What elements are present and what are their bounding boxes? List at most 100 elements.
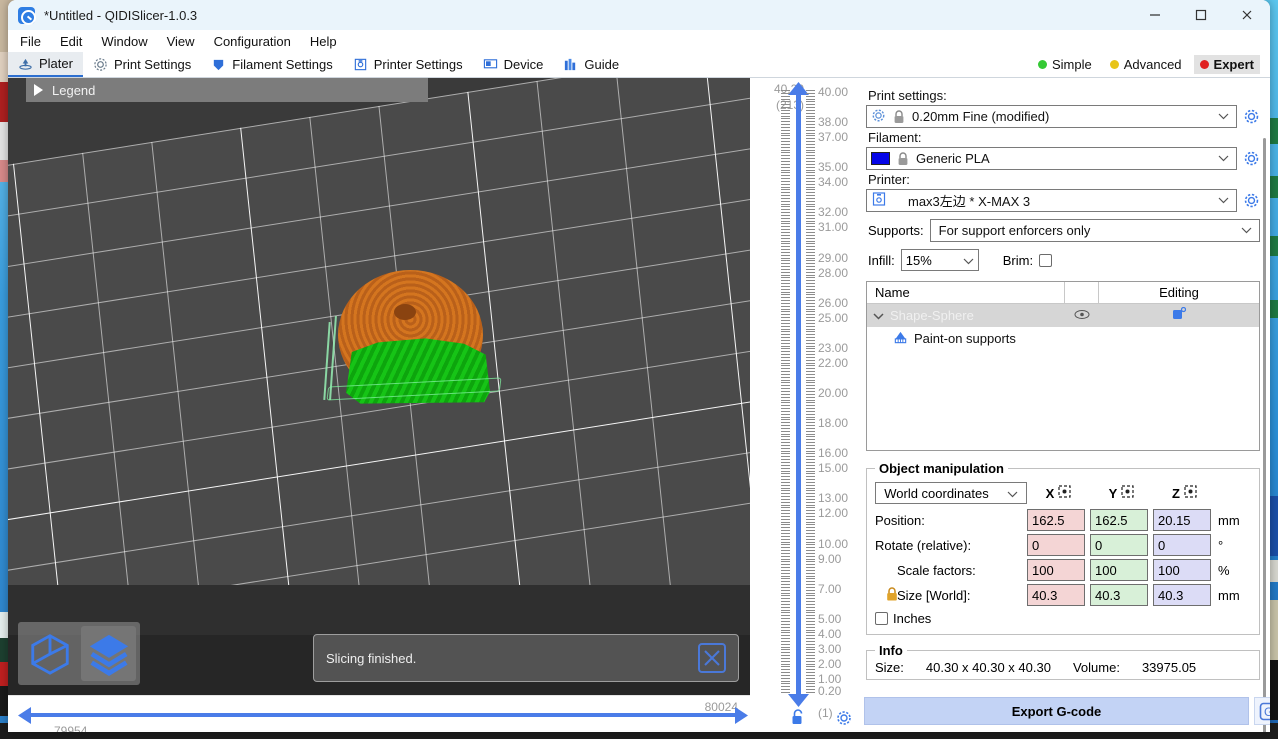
scale-z-input[interactable]: 100	[1153, 559, 1211, 581]
settings-panel: Print settings: 0.20mm Fine (modified)	[860, 78, 1270, 732]
uniform-scale-lock-icon[interactable]	[885, 586, 899, 605]
chevron-down-icon[interactable]	[1241, 225, 1255, 237]
object-list-col-editing: Editing	[1099, 282, 1259, 303]
layer-tick-label: 23.00	[818, 341, 848, 355]
size-z-input[interactable]: 40.3	[1153, 584, 1211, 606]
info-size-label: Size:	[875, 660, 904, 675]
printer-combo[interactable]: max3左边 * X-MAX 3	[866, 189, 1237, 212]
chevron-down-icon[interactable]	[1218, 195, 1232, 207]
layer-slider-gear-icon[interactable]	[836, 710, 852, 729]
mode-expert[interactable]: Expert	[1194, 55, 1260, 74]
moves-slider-track[interactable]	[30, 713, 736, 717]
plater-icon	[18, 56, 33, 71]
position-z-input[interactable]: 20.15	[1153, 509, 1211, 531]
layer-tick-label: 9.00	[818, 552, 841, 566]
moves-slider-right-handle[interactable]	[735, 707, 748, 724]
mode-advanced[interactable]: Advanced	[1104, 55, 1188, 74]
export-bar: Export G-code G	[864, 697, 1270, 725]
close-button[interactable]	[1224, 0, 1270, 30]
rotate-x-input[interactable]: 0	[1027, 534, 1085, 556]
paint-on-supports-label: Paint-on supports	[914, 331, 1016, 346]
layer-tick-label: 18.00	[818, 416, 848, 430]
position-x-input[interactable]: 162.5	[1027, 509, 1085, 531]
tab-print-settings[interactable]: Print Settings	[83, 52, 201, 77]
chevron-down-icon[interactable]	[963, 253, 974, 268]
object-list-header: Name Editing	[867, 282, 1259, 304]
layer-tick-label: 20.00	[818, 386, 848, 400]
inches-checkbox[interactable]	[875, 612, 888, 625]
export-gcode-icon[interactable]: G	[1254, 697, 1270, 725]
print-settings-edit-gear-icon[interactable]	[1243, 108, 1260, 125]
scale-x-input[interactable]: 100	[1027, 559, 1085, 581]
position-y-input[interactable]: 162.5	[1090, 509, 1148, 531]
menu-edit[interactable]: Edit	[60, 34, 82, 49]
size-y-input[interactable]: 40.3	[1090, 584, 1148, 606]
legend-bar[interactable]: Legend	[26, 78, 428, 102]
supports-combo[interactable]: For support enforcers only	[930, 219, 1260, 242]
rotate-y-input[interactable]: 0	[1090, 534, 1148, 556]
layer-slider-track[interactable]	[796, 90, 801, 700]
eye-icon[interactable]	[1065, 308, 1099, 323]
unlocked-padlock-icon[interactable]	[790, 708, 806, 726]
reset-x-icon[interactable]	[1058, 485, 1071, 501]
tab-device[interactable]: Device	[473, 52, 554, 77]
maximize-button[interactable]	[1178, 0, 1224, 30]
menu-help[interactable]: Help	[310, 34, 337, 49]
supports-value: For support enforcers only	[939, 223, 1091, 238]
menu-window[interactable]: Window	[101, 34, 147, 49]
table-row[interactable]: Shape-Sphere	[867, 304, 1259, 327]
chevron-down-icon[interactable]	[1218, 111, 1232, 123]
chevron-down-icon[interactable]	[873, 308, 884, 323]
printer-value: max3左边 * X-MAX 3	[908, 191, 1030, 210]
tab-filament-settings[interactable]: Filament Settings	[201, 52, 342, 77]
minimize-button[interactable]	[1132, 0, 1178, 30]
layer-tick-label: 28.00	[818, 266, 848, 280]
info-volume-label: Volume:	[1073, 660, 1120, 675]
list-item[interactable]: Paint-on supports	[867, 327, 1259, 350]
scale-y-input[interactable]: 100	[1090, 559, 1148, 581]
sliced-model-shape-sphere[interactable]	[338, 270, 493, 405]
coordinate-system-combo[interactable]: World coordinates	[875, 482, 1027, 504]
printer-edit-gear-icon[interactable]	[1243, 192, 1260, 209]
filament-edit-gear-icon[interactable]	[1243, 150, 1260, 167]
device-monitor-icon	[483, 57, 498, 72]
title-bar: *Untitled - QIDISlicer-1.0.3	[8, 0, 1270, 30]
export-gcode-button[interactable]: Export G-code	[864, 697, 1249, 725]
rotate-z-input[interactable]: 0	[1153, 534, 1211, 556]
print-settings-combo[interactable]: 0.20mm Fine (modified)	[866, 105, 1237, 128]
layer-tick-label: 10.00	[818, 537, 848, 551]
close-icon[interactable]	[698, 643, 726, 673]
preview-layers-view-button[interactable]	[81, 626, 136, 681]
infill-combo[interactable]: 15%	[901, 249, 979, 271]
filament-combo[interactable]: Generic PLA	[866, 147, 1237, 170]
filament-row: Generic PLA	[866, 147, 1260, 170]
layer-slider[interactable]: 40.20 (213) 40.0038.0037.0035.0034.0032.…	[750, 78, 860, 732]
reset-z-icon[interactable]	[1184, 485, 1197, 501]
settings-panel-scrollbar[interactable]	[1263, 138, 1266, 732]
size-x-input[interactable]: 40.3	[1027, 584, 1085, 606]
print-settings-label: Print settings:	[868, 88, 1260, 103]
view-mode-buttons	[18, 622, 140, 685]
tab-plater[interactable]: Plater	[8, 52, 83, 77]
layer-tick-label: 5.00	[818, 612, 841, 626]
qidi-logo-icon	[18, 7, 35, 24]
reset-y-icon[interactable]	[1121, 485, 1134, 501]
mode-selector: Simple Advanced Expert	[1032, 52, 1270, 77]
moves-slider[interactable]: 80024 79954	[8, 695, 750, 732]
3d-viewport[interactable]: Legend Slicing fi	[8, 78, 750, 695]
menu-file[interactable]: File	[20, 34, 41, 49]
layer-slider-bottom-layer: (1)	[818, 706, 833, 720]
object-settings-icon[interactable]	[1099, 307, 1259, 324]
mode-simple[interactable]: Simple	[1032, 55, 1098, 74]
tab-guide[interactable]: Guide	[553, 52, 629, 77]
brim-checkbox[interactable]	[1039, 254, 1052, 267]
chevron-down-icon[interactable]	[1007, 486, 1018, 501]
tab-printer-settings[interactable]: Printer Settings	[343, 52, 473, 77]
menu-view[interactable]: View	[167, 34, 195, 49]
layer-tick-label: 7.00	[818, 582, 841, 596]
chevron-down-icon[interactable]	[1218, 153, 1232, 165]
moves-slider-left-handle[interactable]	[18, 707, 31, 724]
menu-configuration[interactable]: Configuration	[214, 34, 291, 49]
coordinate-system-value: World coordinates	[884, 486, 989, 501]
3d-editor-view-button[interactable]	[22, 626, 77, 681]
